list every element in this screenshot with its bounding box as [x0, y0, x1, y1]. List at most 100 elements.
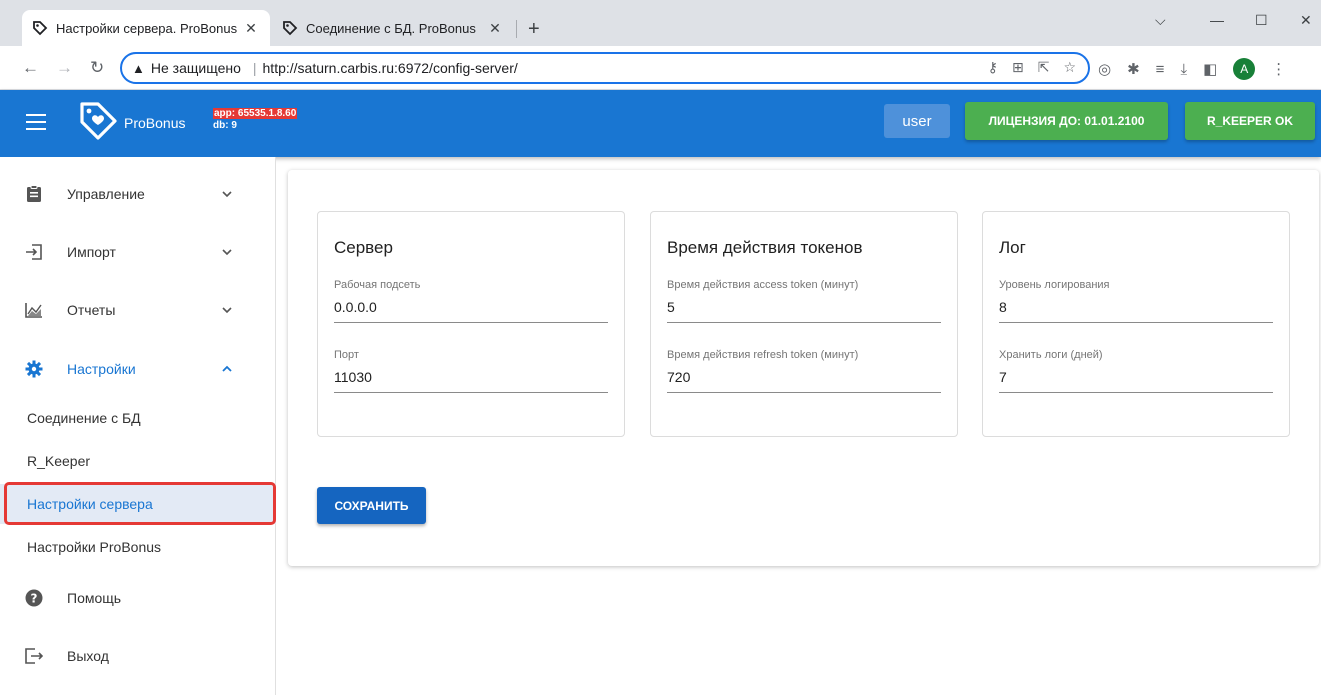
selection-highlight-annotation [4, 482, 276, 525]
sidebar-item-settings[interactable]: Настройки [0, 344, 276, 394]
card-title: Лог [999, 238, 1026, 257]
tab-title: Соединение с БД. ProBonus [306, 20, 476, 36]
clipboard-icon [25, 185, 43, 203]
field-label: Уровень логирования [999, 279, 1110, 291]
port-field[interactable]: Порт 11030 [334, 349, 608, 393]
app-header: ProBonus app: 65535.1.8.60 db: 9 user ЛИ… [0, 90, 1321, 157]
sidebar: Управление Импорт Отчеты Настройки Соеди… [0, 157, 276, 695]
log-card: Лог Уровень логирования 8 Хранить логи (… [982, 211, 1290, 437]
rkeeper-status-button[interactable]: R_KEEPER OK [1185, 102, 1315, 140]
reading-list-icon[interactable]: ≡ [1156, 61, 1165, 78]
close-icon[interactable]: ✕ [242, 20, 260, 37]
sidebar-item-label: Отчеты [67, 302, 116, 318]
browser-tab-db-connection[interactable]: Соединение с БД. ProBonus ✕ [272, 10, 514, 46]
sidebar-item-help[interactable]: ? Помощь [0, 573, 276, 623]
svg-text:?: ? [31, 592, 38, 606]
hamburger-menu-icon[interactable] [26, 114, 46, 130]
brand-name: ProBonus [124, 115, 186, 131]
menu-dots-icon[interactable]: ⋮ [1271, 60, 1286, 78]
new-tab-button[interactable]: + [528, 19, 540, 39]
tag-icon [32, 20, 48, 36]
field-label: Хранить логи (дней) [999, 349, 1103, 361]
port-input[interactable]: 11030 [334, 369, 608, 393]
back-arrow-icon[interactable]: ← [22, 58, 39, 78]
tab-title: Настройки сервера. ProBonus [56, 20, 238, 36]
sidebar-item-label: Управление [67, 186, 145, 202]
profile-avatar[interactable]: A [1233, 58, 1256, 80]
forward-arrow-icon[interactable]: → [56, 58, 73, 78]
license-button[interactable]: ЛИЦЕНЗИЯ ДО: 01.01.2100 [965, 102, 1168, 140]
sidebar-item-label: Импорт [67, 244, 116, 260]
subnet-field[interactable]: Рабочая подсеть 0.0.0.0 [334, 279, 608, 323]
sidebar-item-label: Настройки [67, 361, 136, 377]
tab-separator [516, 20, 517, 38]
chevron-up-icon [220, 362, 234, 376]
browser-tab-server-settings[interactable]: Настройки сервера. ProBonus ✕ [22, 10, 270, 46]
reload-icon[interactable]: ↻ [90, 58, 104, 78]
key-icon[interactable]: ⚷ [988, 59, 998, 76]
download-icon[interactable]: ⤓ [1180, 61, 1187, 78]
side-panel-icon[interactable]: ◧ [1203, 60, 1217, 78]
version-info: app: 65535.1.8.60 db: 9 [213, 108, 298, 132]
save-button[interactable]: СОХРАНИТЬ [317, 487, 426, 524]
shield-icon[interactable]: ◎ [1098, 60, 1111, 78]
field-label: Время действия access token (минут) [667, 279, 859, 291]
sidebar-item-label: Выход [67, 648, 109, 664]
sidebar-item-reports[interactable]: Отчеты [0, 285, 276, 335]
sidebar-item-import[interactable]: Импорт [0, 227, 276, 277]
sidebar-subitem-rkeeper[interactable]: R_Keeper [0, 441, 276, 481]
probonus-logo-icon [78, 100, 118, 142]
sidebar-subitem-probonus-settings[interactable]: Настройки ProBonus [0, 527, 276, 567]
field-label: Время действия refresh token (минут) [667, 349, 859, 361]
puzzle-icon[interactable]: ✱ [1127, 60, 1140, 78]
user-button[interactable]: user [884, 104, 950, 138]
help-icon: ? [25, 589, 43, 607]
field-label: Рабочая подсеть [334, 279, 421, 291]
refresh-token-input[interactable]: 720 [667, 369, 941, 393]
sidebar-item-logout[interactable]: Выход [0, 631, 276, 681]
toolbar-actions: ◎ ✱ ≡ ⤓ ◧ A ⋮ [1098, 58, 1286, 80]
log-retention-field[interactable]: Хранить логи (дней) 7 [999, 349, 1273, 393]
window-close-icon[interactable]: ✕ [1300, 12, 1312, 29]
sidebar-subitem-db-connection[interactable]: Соединение с БД [0, 398, 276, 438]
chart-icon [25, 301, 43, 319]
subnet-input[interactable]: 0.0.0.0 [334, 299, 608, 323]
access-token-input[interactable]: 5 [667, 299, 941, 323]
close-icon[interactable]: ✕ [486, 20, 504, 37]
access-token-field[interactable]: Время действия access token (минут) 5 [667, 279, 941, 323]
chevron-down-icon [220, 245, 234, 259]
tab-search-icon[interactable]: ⌵ [1155, 12, 1166, 29]
address-separator: | [252, 60, 257, 76]
logout-icon [25, 647, 43, 665]
browser-toolbar: ← → ↻ ▲ Не защищено | http://saturn.carb… [0, 46, 1321, 90]
translate-icon[interactable]: ⊞ [1012, 59, 1024, 76]
share-icon[interactable]: ⇱ [1038, 59, 1050, 76]
log-retention-input[interactable]: 7 [999, 369, 1273, 393]
app-version-badge: app: 65535.1.8.60 [213, 108, 298, 119]
sidebar-item-management[interactable]: Управление [0, 169, 276, 219]
refresh-token-field[interactable]: Время действия refresh token (минут) 720 [667, 349, 941, 393]
card-title: Время действия токенов [667, 238, 863, 257]
browser-tab-strip: Настройки сервера. ProBonus ✕ Соединение… [0, 0, 1321, 46]
sidebar-item-label: Помощь [67, 590, 122, 606]
log-level-field[interactable]: Уровень логирования 8 [999, 279, 1273, 323]
omnibox-actions: ⚷ ⊞ ⇱ ☆ [988, 59, 1076, 76]
maximize-icon[interactable]: ☐ [1255, 12, 1268, 29]
tokens-card: Время действия токенов Время действия ac… [650, 211, 958, 437]
import-icon [25, 243, 43, 261]
log-level-input[interactable]: 8 [999, 299, 1273, 323]
card-title: Сервер [334, 238, 393, 257]
chevron-down-icon [220, 187, 234, 201]
url-text[interactable]: http://saturn.carbis.ru:6972/config-serv… [263, 60, 518, 76]
warning-icon[interactable]: ▲ [132, 61, 145, 76]
security-status[interactable]: Не защищено [151, 60, 241, 76]
settings-panel: Сервер Рабочая подсеть 0.0.0.0 Порт 1103… [288, 170, 1319, 566]
tag-icon [282, 20, 298, 36]
field-label: Порт [334, 349, 359, 361]
address-bar[interactable]: ▲ Не защищено | http://saturn.carbis.ru:… [120, 52, 1090, 84]
gear-icon [25, 360, 43, 378]
star-icon[interactable]: ☆ [1063, 59, 1076, 76]
chevron-down-icon [220, 303, 234, 317]
minimize-icon[interactable]: — [1210, 12, 1224, 28]
server-card: Сервер Рабочая подсеть 0.0.0.0 Порт 1103… [317, 211, 625, 437]
